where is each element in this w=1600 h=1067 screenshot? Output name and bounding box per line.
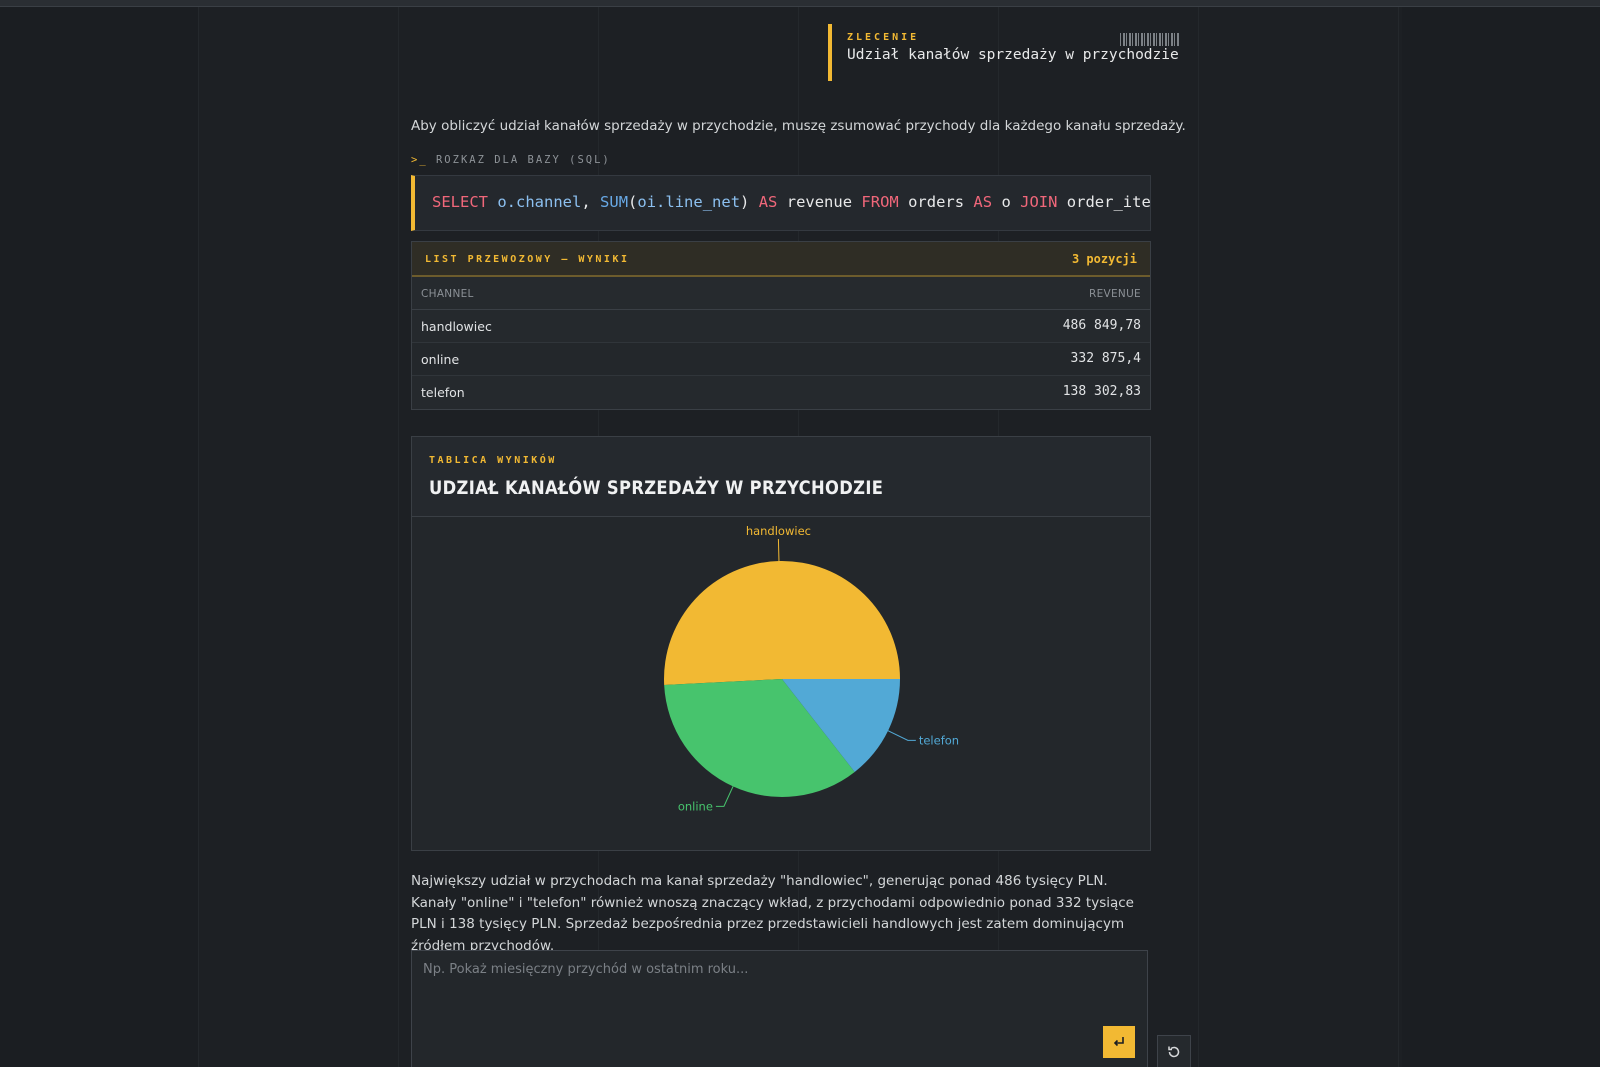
- column-header-channel: CHANNEL: [421, 288, 474, 300]
- chart-title: UDZIAŁ KANAŁÓW SPRZEDAŻY W PRZYCHODZIE: [429, 477, 884, 499]
- grid-line: [1198, 7, 1199, 1067]
- sql-token: o: [1001, 193, 1011, 211]
- sql-token: o.channel: [497, 193, 582, 211]
- chart-body: handlowiec online telefon: [412, 517, 1150, 850]
- pie-label: online: [678, 799, 713, 813]
- cell-channel: telefon: [421, 385, 465, 400]
- table-row: telefon 138 302,83: [412, 376, 1150, 409]
- sql-token: JOIN: [1020, 193, 1058, 211]
- cell-channel: handlowiec: [421, 319, 492, 334]
- question-input[interactable]: [412, 951, 1147, 1067]
- grid-line: [1398, 7, 1399, 1067]
- results-title: LIST PRZEWOZOWY — WYNIKI: [425, 254, 630, 265]
- pie-label-leader: [777, 539, 780, 562]
- sql-label-text: ROZKAZ DLA BAZY (SQL): [435, 154, 611, 166]
- assistant-intro-text: Aby obliczyć udział kanałów sprzedaży w …: [411, 118, 1186, 134]
- table-row: handlowiec 486 849,78: [412, 310, 1150, 343]
- assistant-summary-text: Największy udział w przychodach ma kanał…: [411, 873, 1134, 954]
- refresh-icon: [1168, 1046, 1180, 1057]
- results-count-badge: 3 pozycji: [1071, 252, 1137, 266]
- pie-label: handlowiec: [746, 524, 811, 538]
- send-button[interactable]: [1103, 1026, 1135, 1058]
- results-table: LIST PRZEWOZOWY — WYNIKI 3 pozycji CHANN…: [411, 241, 1151, 410]
- sql-token: AS: [758, 193, 778, 211]
- column-header-revenue: REVENUE: [1088, 288, 1141, 300]
- chart-card: TABLICA WYNIKÓW UDZIAŁ KANAŁÓW SPRZEDAŻY…: [411, 436, 1151, 851]
- pie-label: telefon: [919, 733, 959, 747]
- sql-token: (: [628, 193, 638, 211]
- chart-header: TABLICA WYNIKÓW UDZIAŁ KANAŁÓW SPRZEDAŻY…: [412, 437, 1150, 517]
- sql-code-block[interactable]: SELECT o.channel, SUM(oi.line_net) AS re…: [411, 175, 1151, 231]
- table-header-row: CHANNEL REVENUE: [412, 277, 1150, 310]
- sql-token: order_items: [1066, 193, 1151, 211]
- sql-token: ,: [581, 193, 591, 211]
- order-header: ZLECENIE Udział kanałów sprzedaży w przy…: [828, 24, 1180, 81]
- reset-button[interactable]: [1157, 1035, 1191, 1067]
- sql-token: ): [740, 193, 750, 211]
- barcode-icon: [1120, 33, 1180, 46]
- order-title: Udział kanałów sprzedaży w przychodzie: [847, 47, 1179, 63]
- sql-token: orders: [908, 193, 965, 211]
- sql-token: revenue: [786, 193, 853, 211]
- enter-icon: [1113, 1037, 1124, 1047]
- grid-line: [198, 7, 199, 1067]
- terminal-prompt-icon: >_: [411, 154, 428, 166]
- sql-token: oi.line_net: [637, 193, 741, 211]
- top-bar: [0, 0, 1600, 7]
- sql-label: >_ ROZKAZ DLA BAZY (SQL): [411, 154, 611, 166]
- sql-token: SUM: [600, 193, 629, 211]
- pie-chart: handlowiec online telefon: [664, 524, 959, 813]
- cell-channel: online: [421, 352, 460, 367]
- sql-code: SELECT o.channel, SUM(oi.line_net) AS re…: [432, 193, 1151, 211]
- cell-revenue: 138 302,83: [1062, 384, 1141, 399]
- question-input-box[interactable]: [411, 950, 1148, 1067]
- table-row: online 332 875,4: [412, 343, 1150, 376]
- sql-token: AS: [973, 193, 993, 211]
- results-header: LIST PRZEWOZOWY — WYNIKI 3 pozycji: [412, 242, 1150, 277]
- cell-revenue: 332 875,4: [1070, 351, 1141, 366]
- grid-line: [398, 7, 399, 1067]
- sql-token: SELECT: [432, 193, 488, 211]
- sql-token: FROM: [861, 193, 899, 211]
- pie-slice-handlowiec[interactable]: [664, 561, 900, 686]
- chart-label: TABLICA WYNIKÓW: [429, 455, 557, 466]
- pie-label-leader: [715, 786, 734, 807]
- pie-label-leader: [887, 730, 916, 741]
- table-body: handlowiec 486 849,78 online 332 875,4 t…: [412, 310, 1150, 409]
- cell-revenue: 486 849,78: [1062, 318, 1141, 333]
